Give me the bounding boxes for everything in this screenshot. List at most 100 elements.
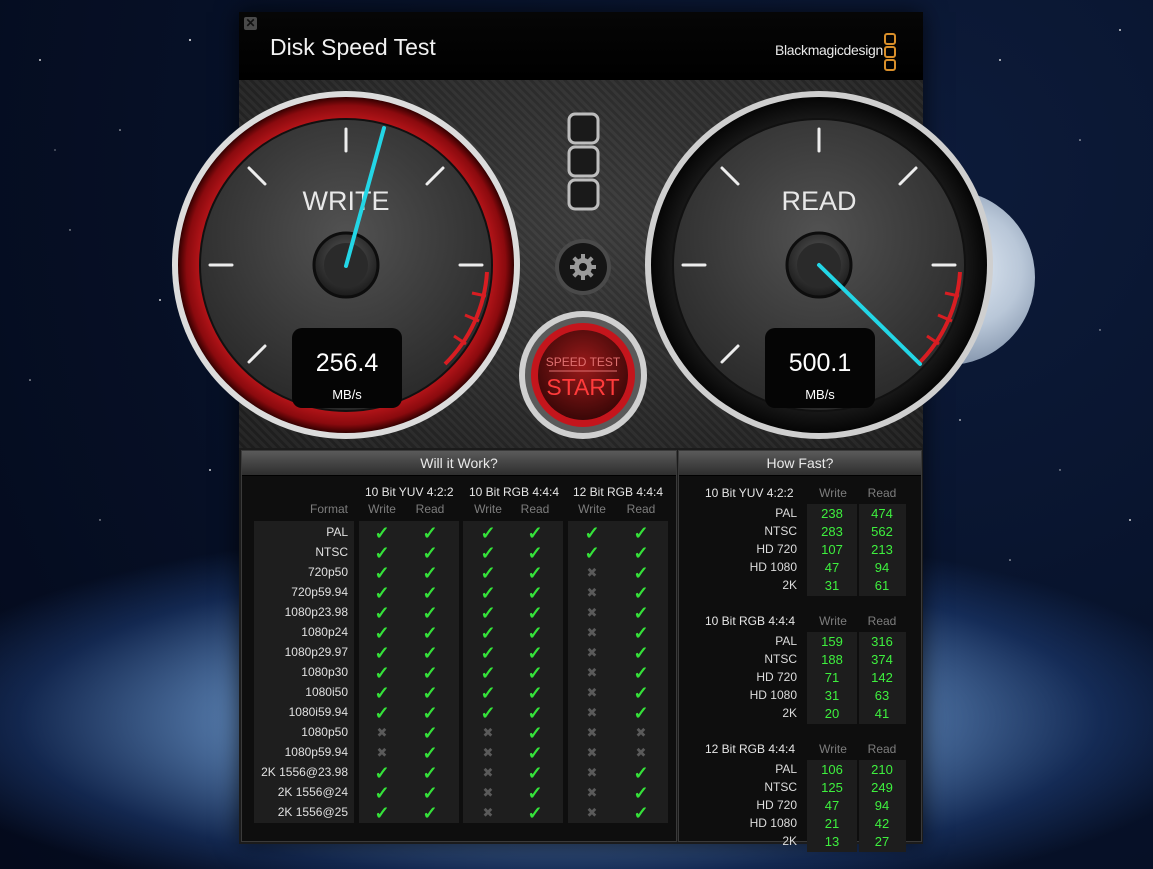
settings-button[interactable]: [555, 239, 611, 295]
check-icon: ✓: [633, 603, 649, 623]
check-icon: ✓: [633, 643, 649, 663]
check-icon: ✓: [584, 543, 600, 563]
cross-icon: ✖: [586, 605, 598, 620]
format-label: 1080p23.98: [284, 605, 348, 619]
check-icon: ✓: [527, 623, 543, 643]
write-gauge: WRITE 256.4 MB/s: [172, 91, 520, 439]
check-icon: ✓: [633, 543, 649, 563]
write-speed-cell: 238: [821, 506, 843, 521]
speed-test-label: SPEED TEST: [546, 355, 621, 369]
write-speed-cell: 107: [821, 542, 843, 557]
format-label: HD 1080: [749, 560, 797, 574]
format-label: NTSC: [315, 545, 348, 559]
check-icon: ✓: [422, 803, 438, 823]
check-icon: ✓: [527, 803, 543, 823]
cross-icon: ✖: [635, 745, 647, 760]
gauges: WRITE 256.4 MB/s READ 500.1 MB/s SPEED T…: [172, 91, 993, 439]
format-label: HD 1080: [749, 688, 797, 702]
write-column-header: Write: [368, 502, 396, 516]
format-label: HD 720: [756, 798, 797, 812]
check-icon: ✓: [527, 583, 543, 603]
format-label: NTSC: [764, 652, 797, 666]
check-icon: ✓: [527, 523, 543, 543]
check-icon: ✓: [527, 703, 543, 723]
write-speed-cell: 106: [821, 762, 843, 777]
read-column-header: Read: [520, 502, 550, 516]
check-icon: ✓: [422, 683, 438, 703]
cross-icon: ✖: [482, 725, 494, 740]
format-label: 1080p59.94: [284, 745, 348, 759]
check-icon: ✓: [480, 703, 496, 723]
check-icon: ✓: [633, 583, 649, 603]
read-speed-unit: MB/s: [805, 387, 835, 402]
write-speed-cell: 21: [824, 816, 840, 831]
format-label: 1080p24: [301, 625, 348, 639]
check-icon: ✓: [422, 763, 438, 783]
results-panels: Will it Work? 10 Bit YUV 4:2:2 10 Bit RGB…: [239, 450, 923, 852]
write-speed-cell: 283: [821, 524, 843, 539]
check-icon: ✓: [374, 683, 390, 703]
format-header: Format: [309, 502, 348, 516]
speed-test-start-button[interactable]: SPEED TEST START: [519, 311, 647, 439]
write-column-header: Write: [578, 502, 606, 516]
blackmagic-logo-icon: [567, 112, 600, 211]
gauge-area: WRITE 256.4 MB/s READ 500.1 MB/s SPEED T…: [172, 80, 993, 448]
read-column-header: Read: [867, 614, 897, 628]
check-icon: ✓: [480, 623, 496, 643]
check-icon: ✓: [527, 683, 543, 703]
cross-icon: ✖: [586, 725, 598, 740]
cross-icon: ✖: [376, 725, 388, 740]
check-icon: ✓: [527, 643, 543, 663]
how-fast-panel: How Fast? 10 Bit YUV 4:2:2 Write Read PAL 23…: [678, 450, 922, 852]
cross-icon: ✖: [586, 625, 598, 640]
check-icon: ✓: [480, 563, 496, 583]
check-icon: ✓: [633, 563, 649, 583]
check-icon: ✓: [633, 783, 649, 803]
check-icon: ✓: [633, 763, 649, 783]
check-icon: ✓: [422, 723, 438, 743]
check-icon: ✓: [527, 603, 543, 623]
cross-icon: ✖: [635, 725, 647, 740]
cross-icon: ✖: [376, 745, 388, 760]
check-icon: ✓: [422, 623, 438, 643]
cross-icon: ✖: [482, 745, 494, 760]
format-label: 1080p50: [301, 725, 348, 739]
read-speed-value: 500.1: [789, 349, 852, 377]
check-icon: ✓: [633, 623, 649, 643]
cross-icon: ✖: [586, 765, 598, 780]
format-label: 2K 1556@25: [277, 805, 348, 819]
write-speed-cell: 31: [824, 688, 840, 703]
check-icon: ✓: [422, 743, 438, 763]
read-column-header: Read: [867, 742, 897, 756]
check-icon: ✓: [422, 543, 438, 563]
check-icon: ✓: [527, 543, 543, 563]
cross-icon: ✖: [586, 685, 598, 700]
cross-icon: ✖: [586, 585, 598, 600]
write-column-header: Write: [819, 486, 847, 500]
check-icon: ✓: [480, 643, 496, 663]
cross-icon: ✖: [586, 665, 598, 680]
cross-icon: ✖: [586, 645, 598, 660]
read-gauge: READ 500.1 MB/s: [645, 91, 993, 439]
check-icon: ✓: [422, 643, 438, 663]
write-speed-cell: 47: [824, 798, 840, 813]
write-speed-cell: 159: [821, 634, 843, 649]
check-icon: ✓: [480, 523, 496, 543]
write-column-header: Write: [819, 742, 847, 756]
cross-icon: ✖: [586, 705, 598, 720]
format-label: 1080p30: [301, 665, 348, 679]
read-speed-cell: 41: [874, 706, 890, 721]
format-label: 1080p29.97: [284, 645, 348, 659]
write-column-header: Write: [819, 614, 847, 628]
check-icon: ✓: [422, 783, 438, 803]
read-speed-cell: 210: [871, 762, 893, 777]
check-icon: ✓: [422, 583, 438, 603]
check-icon: ✓: [527, 663, 543, 683]
format-label: PAL: [775, 762, 797, 776]
write-speed-value: 256.4: [316, 349, 379, 377]
check-icon: ✓: [633, 803, 649, 823]
format-label: 2K 1556@23.98: [261, 765, 348, 779]
read-column-header: Read: [626, 502, 656, 516]
check-icon: ✓: [374, 643, 390, 663]
read-gauge-label: READ: [781, 186, 856, 216]
